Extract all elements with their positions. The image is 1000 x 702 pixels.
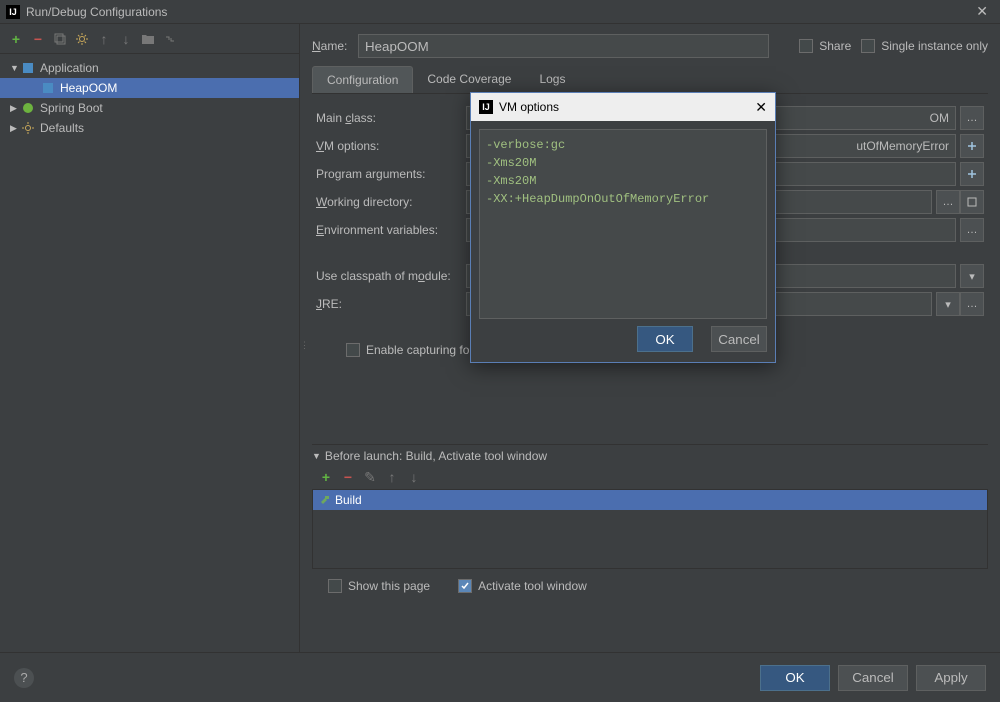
- tree-label: HeapOOM: [60, 81, 117, 95]
- before-launch-label: Before launch: Build, Activate tool wind…: [325, 449, 547, 463]
- cancel-button[interactable]: Cancel: [711, 326, 767, 352]
- dropdown-button[interactable]: ▾: [960, 264, 984, 288]
- cancel-button[interactable]: Cancel: [838, 665, 908, 691]
- tree-node-springboot[interactable]: ▶ Spring Boot: [0, 98, 299, 118]
- chevron-down-icon: ▼: [10, 63, 20, 73]
- hammer-icon: [319, 494, 331, 506]
- share-checkbox[interactable]: Share: [799, 39, 851, 53]
- intellij-icon: IJ: [6, 5, 20, 19]
- collapse-icon[interactable]: [162, 31, 178, 47]
- window-title: Run/Debug Configurations: [26, 5, 970, 19]
- tree-node-application[interactable]: ▼ Application: [0, 58, 299, 78]
- activate-window-checkbox[interactable]: Activate tool window: [458, 579, 587, 593]
- intellij-icon: IJ: [479, 100, 493, 114]
- dropdown-button[interactable]: ▾: [936, 292, 960, 316]
- before-launch-section: ▼ Before launch: Build, Activate tool wi…: [312, 444, 988, 603]
- env-vars-label: Environment variables:: [316, 223, 466, 237]
- name-input[interactable]: [358, 34, 769, 58]
- before-launch-footer: Show this page Activate tool window: [312, 569, 988, 603]
- up-icon[interactable]: ↑: [96, 31, 112, 47]
- down-icon[interactable]: ↓: [406, 469, 422, 485]
- vm-options-label: VM options:: [316, 139, 466, 153]
- working-dir-label: Working directory:: [316, 195, 466, 209]
- sidebar-toolbar: + − ↑ ↓: [0, 24, 299, 54]
- tab-code-coverage[interactable]: Code Coverage: [413, 66, 525, 93]
- tree-label: Application: [40, 61, 99, 75]
- name-row: Name: Share Single instance only: [312, 32, 988, 60]
- wrench-icon[interactable]: [74, 31, 90, 47]
- classpath-label: Use classpath of module:: [316, 269, 466, 283]
- add-icon[interactable]: +: [318, 469, 334, 485]
- macro-button[interactable]: [960, 190, 984, 214]
- activate-window-label: Activate tool window: [478, 579, 587, 593]
- spring-icon: [20, 101, 36, 115]
- expand-button[interactable]: [960, 134, 984, 158]
- chevron-right-icon: ▶: [10, 123, 20, 134]
- single-instance-label: Single instance only: [881, 39, 988, 53]
- browse-button[interactable]: …: [960, 218, 984, 242]
- browse-button[interactable]: …: [960, 292, 984, 316]
- resize-grip[interactable]: ⋮: [300, 340, 309, 351]
- titlebar: IJ Run/Debug Configurations ✕: [0, 0, 1000, 24]
- tree-label: Spring Boot: [40, 101, 103, 115]
- dialog-body: OK Cancel: [471, 121, 775, 362]
- vm-options-textarea[interactable]: [479, 129, 767, 319]
- show-page-checkbox[interactable]: Show this page: [328, 579, 430, 593]
- jre-label: JRE:: [316, 297, 466, 311]
- up-icon[interactable]: ↑: [384, 469, 400, 485]
- before-launch-list: Build: [312, 489, 988, 569]
- remove-icon[interactable]: −: [340, 469, 356, 485]
- application-icon: [40, 81, 56, 95]
- application-icon: [20, 61, 36, 75]
- before-launch-header[interactable]: ▼ Before launch: Build, Activate tool wi…: [312, 444, 988, 463]
- edit-icon[interactable]: ✎: [362, 469, 378, 485]
- show-page-label: Show this page: [348, 579, 430, 593]
- down-icon[interactable]: ↓: [118, 31, 134, 47]
- browse-button[interactable]: …: [960, 106, 984, 130]
- ok-button[interactable]: OK: [760, 665, 830, 691]
- before-launch-toolbar: + − ✎ ↑ ↓: [312, 463, 988, 489]
- tree-node-defaults[interactable]: ▶ Defaults: [0, 118, 299, 138]
- program-args-label: Program arguments:: [316, 167, 466, 181]
- close-icon[interactable]: ✕: [970, 3, 994, 20]
- folder-icon[interactable]: [140, 31, 156, 47]
- add-icon[interactable]: +: [8, 31, 24, 47]
- tree-node-heapoom[interactable]: HeapOOM: [0, 78, 299, 98]
- enable-capture-checkbox[interactable]: Enable capturing form: [346, 343, 483, 357]
- enable-capture-label: Enable capturing form: [366, 343, 483, 357]
- ok-button[interactable]: OK: [637, 326, 693, 352]
- remove-icon[interactable]: −: [30, 31, 46, 47]
- copy-icon[interactable]: [52, 31, 68, 47]
- expand-button[interactable]: [960, 162, 984, 186]
- bottom-bar: ? OK Cancel Apply: [0, 652, 1000, 702]
- close-icon[interactable]: ✕: [755, 99, 767, 116]
- dialog-titlebar: IJ VM options ✕: [471, 93, 775, 121]
- name-label: Name:: [312, 39, 358, 53]
- share-label: Share: [819, 39, 851, 53]
- browse-button[interactable]: …: [936, 190, 960, 214]
- main-class-label: Main class:: [316, 111, 466, 125]
- list-item[interactable]: Build: [313, 490, 987, 510]
- apply-button[interactable]: Apply: [916, 665, 986, 691]
- sidebar: + − ↑ ↓ ▼ Application: [0, 24, 300, 652]
- single-instance-checkbox[interactable]: Single instance only: [861, 39, 988, 53]
- config-tree: ▼ Application HeapOOM ▶ Spring Boot: [0, 54, 299, 142]
- chevron-right-icon: ▶: [10, 103, 20, 114]
- tab-configuration[interactable]: Configuration: [312, 66, 413, 93]
- help-button[interactable]: ?: [14, 668, 34, 688]
- tab-logs[interactable]: Logs: [525, 66, 579, 93]
- dialog-buttons: OK Cancel: [479, 322, 767, 354]
- wrench-icon: [20, 121, 36, 135]
- chevron-down-icon: ▼: [312, 451, 321, 461]
- dialog-title: VM options: [499, 100, 755, 114]
- vm-options-dialog: IJ VM options ✕ OK Cancel: [470, 92, 776, 363]
- build-label: Build: [335, 493, 362, 507]
- tabs: Configuration Code Coverage Logs: [312, 66, 988, 94]
- tree-label: Defaults: [40, 121, 84, 135]
